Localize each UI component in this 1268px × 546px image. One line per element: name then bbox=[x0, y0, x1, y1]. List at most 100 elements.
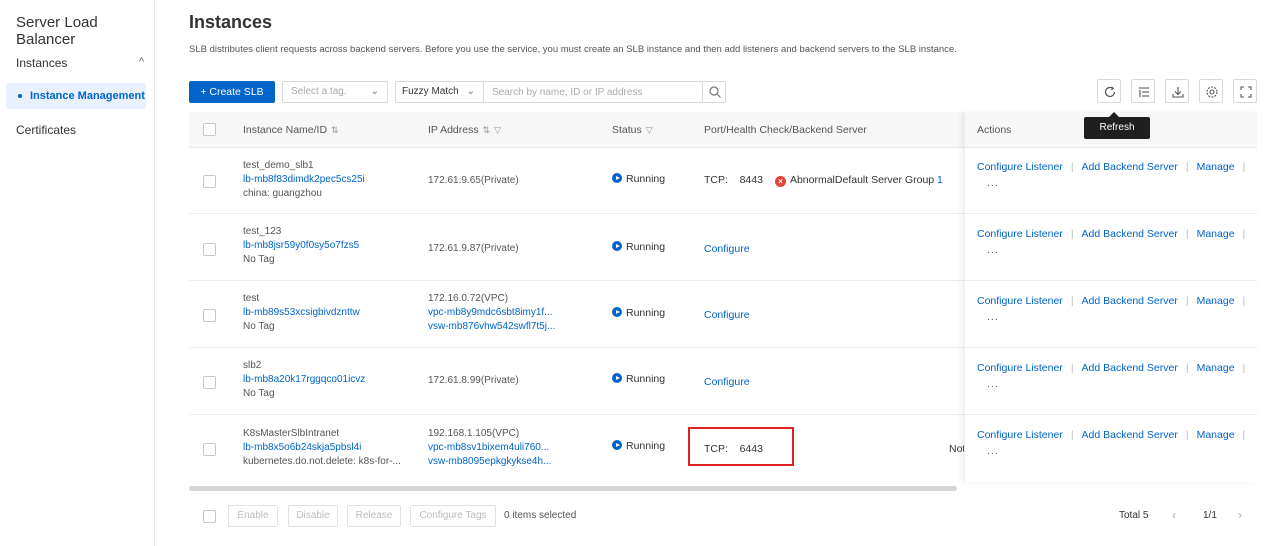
enable-button[interactable]: Enable bbox=[228, 505, 278, 527]
port-health-cell: Configure bbox=[704, 243, 750, 255]
search-button[interactable] bbox=[702, 81, 726, 103]
row-checkbox[interactable] bbox=[203, 376, 216, 389]
more-actions-icon[interactable]: ... bbox=[987, 378, 1253, 390]
tag-select-placeholder: Select a tag. bbox=[291, 86, 347, 97]
server-group-count-link[interactable]: 1 bbox=[937, 174, 943, 186]
instance-name: test bbox=[243, 293, 260, 304]
chevron-down-icon: ⌄ bbox=[370, 86, 379, 97]
column-settings-button[interactable] bbox=[1131, 79, 1155, 103]
sidebar-item-certificates[interactable]: Certificates bbox=[16, 123, 76, 137]
instance-id-link[interactable]: lb-mb8jsr59y0f0sy5o7fzs5 bbox=[243, 239, 359, 253]
next-page-icon[interactable]: › bbox=[1238, 508, 1242, 522]
vswitch-link[interactable]: vsw-mb876vhw542swfl7t5j... bbox=[428, 320, 555, 334]
more-actions-icon[interactable]: ... bbox=[987, 311, 1253, 323]
column-header-name[interactable]: Instance Name/ID ⇅ bbox=[243, 112, 339, 148]
row-checkbox[interactable] bbox=[203, 243, 216, 256]
ip-address: 172.61.8.99(Private) bbox=[428, 375, 519, 386]
add-backend-server-link[interactable]: Add Backend Server bbox=[1082, 228, 1178, 240]
horizontal-scrollbar[interactable] bbox=[189, 486, 957, 491]
refresh-button[interactable] bbox=[1097, 79, 1121, 103]
status-text: Running bbox=[626, 307, 666, 319]
configure-listener-link[interactable]: Configure Listener bbox=[977, 429, 1063, 441]
row-checkbox[interactable] bbox=[203, 309, 216, 322]
configure-listener-link[interactable]: Configure Listener bbox=[977, 295, 1063, 307]
sidebar-group-instances[interactable]: Instances ^ bbox=[16, 56, 144, 72]
row-checkbox[interactable] bbox=[203, 443, 216, 456]
page-title: Instances bbox=[189, 12, 273, 32]
row-checkbox[interactable] bbox=[203, 175, 216, 188]
manage-link[interactable]: Manage bbox=[1197, 161, 1235, 173]
row-actions: Configure Listener | Add Backend Server | Ma… bbox=[977, 228, 1253, 256]
running-icon bbox=[612, 241, 622, 251]
fullscreen-button[interactable] bbox=[1233, 79, 1257, 103]
configure-listener-link[interactable]: Configure Listener bbox=[977, 228, 1063, 240]
sidebar-group-label: Instances bbox=[16, 56, 68, 70]
instance-cell: test_demo_slb1 lb-mb8f83dimdk2pec5cs25i … bbox=[243, 159, 365, 201]
fullscreen-icon bbox=[1240, 86, 1252, 98]
status-badge: Running bbox=[612, 440, 665, 452]
status-badge: Running bbox=[612, 307, 665, 319]
column-header-label: Status bbox=[612, 124, 642, 136]
instance-cell: test lb-mb89s53xcsigbivdznttw No Tag bbox=[243, 292, 360, 334]
instance-id-link[interactable]: lb-mb8f83dimdk2pec5cs25i bbox=[243, 173, 365, 187]
configure-link[interactable]: Configure bbox=[704, 376, 750, 388]
configure-link[interactable]: Configure bbox=[704, 243, 750, 255]
instance-cell: test_123 lb-mb8jsr59y0f0sy5o7fzs5 No Tag bbox=[243, 225, 359, 267]
instance-tag: No Tag bbox=[243, 254, 275, 265]
add-backend-server-link[interactable]: Add Backend Server bbox=[1082, 362, 1178, 374]
add-backend-server-link[interactable]: Add Backend Server bbox=[1082, 295, 1178, 307]
sidebar-item-label: Instance Management bbox=[30, 90, 145, 102]
vswitch-link[interactable]: vsw-mb8095epkgkykse4h... bbox=[428, 455, 551, 469]
add-backend-server-link[interactable]: Add Backend Server bbox=[1082, 429, 1178, 441]
instance-id-link[interactable]: lb-mb8a20k17rggqco01icvz bbox=[243, 373, 365, 387]
filter-icon[interactable]: ▽ bbox=[494, 125, 501, 135]
prev-page-icon[interactable]: ‹ bbox=[1172, 508, 1176, 522]
more-actions-icon[interactable]: ... bbox=[987, 177, 1253, 189]
column-header-ip[interactable]: IP Address ⇅ ▽ bbox=[428, 112, 501, 148]
filter-icon[interactable]: ▽ bbox=[646, 125, 653, 135]
instance-tag: No Tag bbox=[243, 388, 275, 399]
footer-select-all-checkbox[interactable] bbox=[203, 510, 216, 523]
manage-link[interactable]: Manage bbox=[1197, 429, 1235, 441]
port-health-cell: TCP: 8443 × AbnormalDefault Server Group 1 bbox=[704, 174, 943, 187]
configure-listener-link[interactable]: Configure Listener bbox=[977, 362, 1063, 374]
vpc-link[interactable]: vpc-mb8sv1bixem4uli760... bbox=[428, 441, 551, 455]
create-slb-button[interactable]: + Create SLB bbox=[189, 81, 275, 103]
ip-cell: 172.16.0.72(VPC) vpc-mb8y9mdc6sbt8imy1f.… bbox=[428, 292, 555, 334]
error-icon: × bbox=[774, 176, 786, 187]
configure-tags-button[interactable]: Configure Tags bbox=[410, 505, 496, 527]
search-input[interactable] bbox=[483, 81, 703, 103]
configure-listener-link[interactable]: Configure Listener bbox=[977, 161, 1063, 173]
search-icon bbox=[709, 86, 721, 98]
more-actions-icon[interactable]: ... bbox=[987, 244, 1253, 256]
manage-link[interactable]: Manage bbox=[1197, 228, 1235, 240]
configure-link[interactable]: Configure bbox=[704, 309, 750, 321]
sort-icon[interactable]: ⇅ bbox=[331, 125, 339, 135]
disable-button[interactable]: Disable bbox=[288, 505, 338, 527]
sort-icon[interactable]: ⇅ bbox=[483, 125, 491, 135]
manage-link[interactable]: Manage bbox=[1197, 295, 1235, 307]
select-all-checkbox[interactable] bbox=[203, 123, 216, 136]
chevron-up-icon: ^ bbox=[138, 56, 144, 68]
running-icon bbox=[612, 307, 622, 317]
settings-button[interactable] bbox=[1199, 79, 1223, 103]
add-backend-server-link[interactable]: Add Backend Server bbox=[1082, 161, 1178, 173]
sidebar-item-instance-management[interactable]: Instance Management bbox=[6, 83, 146, 109]
tag-select[interactable]: Select a tag. ⌄ bbox=[282, 81, 388, 103]
selected-count: 0 items selected bbox=[504, 510, 577, 521]
match-mode-select[interactable]: Fuzzy Match ⌄ bbox=[395, 81, 483, 103]
release-button[interactable]: Release bbox=[347, 505, 401, 527]
manage-link[interactable]: Manage bbox=[1197, 362, 1235, 374]
column-header-status[interactable]: Status ▽ bbox=[612, 112, 653, 148]
export-button[interactable] bbox=[1165, 79, 1189, 103]
gear-icon bbox=[1206, 86, 1218, 98]
instance-id-link[interactable]: lb-mb89s53xcsigbivdznttw bbox=[243, 306, 360, 320]
instance-cell: slb2 lb-mb8a20k17rggqco01icvz No Tag bbox=[243, 359, 365, 401]
instance-id-link[interactable]: lb-mb8x5o6b24skja5pbsl4i bbox=[243, 441, 401, 455]
more-actions-icon[interactable]: ... bbox=[987, 445, 1253, 457]
ip-address: 172.61.9.65(Private) bbox=[428, 175, 519, 186]
column-header-label: Instance Name/ID bbox=[243, 124, 328, 136]
status-badge: Running bbox=[612, 173, 665, 185]
table-row: test_123 lb-mb8jsr59y0f0sy5o7fzs5 No Tag… bbox=[189, 214, 1257, 281]
vpc-link[interactable]: vpc-mb8y9mdc6sbt8imy1f... bbox=[428, 306, 555, 320]
